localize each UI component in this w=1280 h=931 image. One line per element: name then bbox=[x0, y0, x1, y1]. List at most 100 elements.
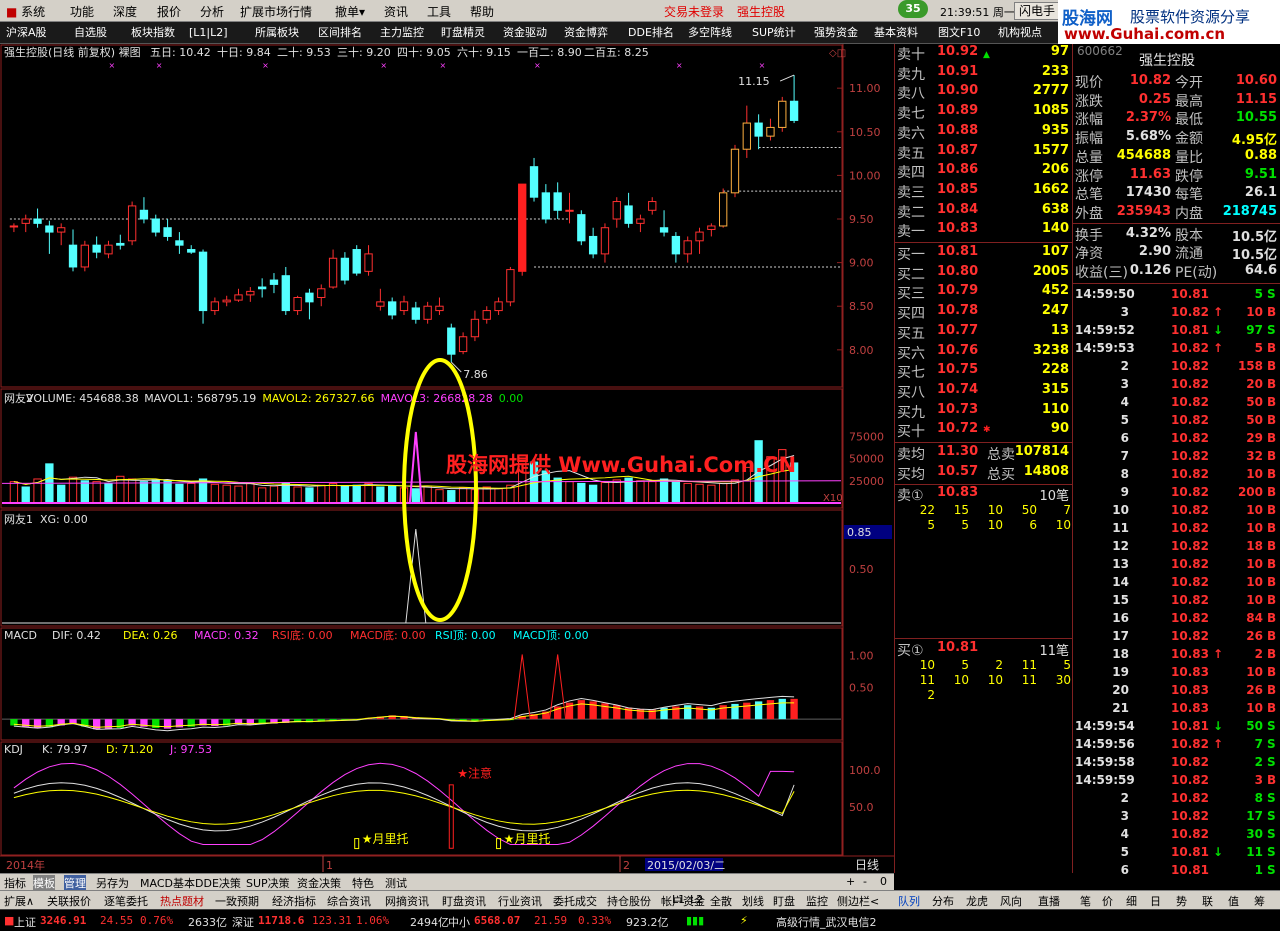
tab-0[interactable]: 沪深A股 bbox=[6, 24, 47, 42]
menu-cancel-order[interactable]: 撤单▾ bbox=[335, 3, 365, 20]
buy-level-6[interactable]: 买七 10.75 228 bbox=[895, 362, 1073, 381]
server-name[interactable]: 高级行情_武汉电信2 bbox=[776, 914, 877, 930]
indicator-tab-8[interactable]: 特色 bbox=[352, 875, 374, 891]
zoom-control-1[interactable]: - bbox=[863, 875, 867, 888]
ext-tab-26[interactable]: 价 bbox=[1102, 893, 1113, 909]
tab-8[interactable]: 资金驱动 bbox=[503, 24, 547, 42]
indicator-tab-0[interactable]: 指标 bbox=[4, 875, 26, 891]
sell-level-5[interactable]: 卖五 10.87 1577 bbox=[895, 143, 1073, 162]
ext-tab-18[interactable]: 监控 bbox=[806, 893, 828, 909]
ext-tab-6[interactable]: 综合资讯 bbox=[327, 893, 371, 909]
period-label[interactable]: 日线 bbox=[855, 858, 879, 872]
zoom-control-0[interactable]: + bbox=[846, 875, 855, 888]
indicator-tab-9[interactable]: 测试 bbox=[385, 875, 407, 891]
ext-tab-25[interactable]: 笔 bbox=[1080, 893, 1091, 909]
chart-options-icon[interactable]: ◇◫ bbox=[829, 48, 846, 59]
ext-tab-27[interactable]: 细 bbox=[1126, 893, 1137, 909]
sell-level-1[interactable]: 卖九 10.91 233 bbox=[895, 64, 1073, 83]
tab-9[interactable]: 资金博弈 bbox=[564, 24, 608, 42]
menu-function[interactable]: 功能 bbox=[70, 3, 94, 20]
sell-level-8[interactable]: 卖二 10.84 638 bbox=[895, 202, 1073, 221]
indicator-tab-3[interactable]: 另存为 bbox=[96, 875, 129, 891]
indicator-tab-7[interactable]: 资金决策 bbox=[297, 875, 341, 891]
tab-4[interactable]: 所属板块 bbox=[255, 24, 299, 42]
login-status[interactable]: 交易未登录 bbox=[664, 3, 724, 20]
ext-tab-8[interactable]: 盯盘资讯 bbox=[442, 893, 486, 909]
tab-13[interactable]: 强势资金 bbox=[814, 24, 858, 42]
flash-trade-button[interactable]: 闪电手 bbox=[1014, 2, 1061, 20]
buy-level-0[interactable]: 买一 10.81 107 bbox=[895, 244, 1073, 263]
indicator-tab-4[interactable]: MACD基本 bbox=[140, 875, 195, 891]
ext-tab-24[interactable]: 直播 bbox=[1038, 893, 1060, 909]
menu-help[interactable]: 帮助 bbox=[470, 3, 494, 20]
event-marker-icon[interactable]: × bbox=[534, 61, 541, 70]
tab-15[interactable]: 图文F10 bbox=[938, 24, 980, 42]
sell-level-7[interactable]: 卖三 10.85 1662 bbox=[895, 182, 1073, 201]
menu-quote[interactable]: 报价 bbox=[157, 3, 181, 20]
ext-tab-15[interactable]: 全散 bbox=[710, 893, 732, 909]
tab-5[interactable]: 区间排名 bbox=[318, 24, 362, 42]
ext-tab-23[interactable]: 风向 bbox=[1000, 893, 1022, 909]
ext-tab-1[interactable]: 关联报价 bbox=[47, 893, 91, 909]
ext-tab-5[interactable]: 经济指标 bbox=[272, 893, 316, 909]
tab-3[interactable]: [L1|L2] bbox=[189, 24, 228, 42]
notification-badge[interactable]: 35 bbox=[898, 0, 928, 18]
ext-tab-21[interactable]: 分布 bbox=[932, 893, 954, 909]
ext-tab-20[interactable]: 队列 bbox=[898, 893, 920, 909]
tab-11[interactable]: 多空阵线 bbox=[688, 24, 732, 42]
ext-tab-32[interactable]: 筹 bbox=[1254, 893, 1265, 909]
menu-info[interactable]: 资讯 bbox=[384, 3, 408, 20]
ext-tab-17[interactable]: 盯盘 bbox=[773, 893, 795, 909]
event-marker-icon[interactable]: × bbox=[156, 61, 163, 70]
ext-tab-14[interactable]: L2 bbox=[690, 893, 703, 906]
sell-level-9[interactable]: 卖一 10.83 140 bbox=[895, 221, 1073, 240]
ext-tab-9[interactable]: 行业资讯 bbox=[498, 893, 542, 909]
ext-tab-10[interactable]: 委托成交 bbox=[553, 893, 597, 909]
tab-2[interactable]: 板块指数 bbox=[131, 24, 175, 42]
chart-canvas[interactable]: 强生控股(日线 前复权) 裸图 五日: 10.42 十日: 9.84 二十: 9.53… bbox=[0, 44, 894, 873]
event-marker-icon[interactable]: × bbox=[676, 61, 683, 70]
buy-level-5[interactable]: 买六 10.76 3238 bbox=[895, 343, 1073, 362]
tab-16[interactable]: 机构视点 bbox=[998, 24, 1042, 42]
tab-12[interactable]: SUP统计 bbox=[752, 24, 796, 42]
tab-1[interactable]: 自选股 bbox=[74, 24, 107, 42]
buy-level-2[interactable]: 买三 10.79 452 bbox=[895, 283, 1073, 302]
ext-tab-0[interactable]: 扩展∧ bbox=[4, 893, 34, 909]
ext-tab-29[interactable]: 势 bbox=[1176, 893, 1187, 909]
buy-level-4[interactable]: 买五 10.77 13 bbox=[895, 323, 1073, 342]
ext-tab-22[interactable]: 龙虎 bbox=[966, 893, 988, 909]
menu-extended-market[interactable]: 扩展市场行情 bbox=[240, 3, 312, 20]
menu-depth[interactable]: 深度 bbox=[113, 3, 137, 20]
sell-level-3[interactable]: 卖七 10.89 1085 bbox=[895, 103, 1073, 122]
tab-6[interactable]: 主力监控 bbox=[380, 24, 424, 42]
tab-14[interactable]: 基本资料 bbox=[874, 24, 918, 42]
zoom-control-2[interactable]: 0 bbox=[880, 875, 887, 888]
event-marker-icon[interactable]: × bbox=[262, 61, 269, 70]
ext-tab-3[interactable]: 热点题材 bbox=[160, 893, 204, 909]
menu-analysis[interactable]: 分析 bbox=[200, 3, 224, 20]
indicator-tab-5[interactable]: DDE决策 bbox=[195, 875, 241, 891]
event-marker-icon[interactable]: × bbox=[759, 61, 766, 70]
buy-level-8[interactable]: 买九 10.73 110 bbox=[895, 402, 1073, 421]
event-marker-icon[interactable]: × bbox=[380, 61, 387, 70]
tab-7[interactable]: 盯盘精灵 bbox=[441, 24, 485, 42]
event-marker-icon[interactable]: × bbox=[108, 61, 115, 70]
indicator-tab-6[interactable]: SUP决策 bbox=[246, 875, 290, 891]
ext-tab-11[interactable]: 持仓股份 bbox=[607, 893, 651, 909]
buy-level-7[interactable]: 买八 10.74 315 bbox=[895, 382, 1073, 401]
ext-tab-30[interactable]: 联 bbox=[1202, 893, 1213, 909]
ext-tab-4[interactable]: 一致预期 bbox=[215, 893, 259, 909]
ext-tab-13[interactable]: L1 bbox=[672, 893, 685, 906]
ext-tab-16[interactable]: 划线 bbox=[742, 893, 764, 909]
sell-level-2[interactable]: 卖八 10.90 2777 bbox=[895, 83, 1073, 102]
event-marker-icon[interactable]: × bbox=[439, 61, 446, 70]
chart-area[interactable]: 强生控股(日线 前复权) 裸图 五日: 10.42 十日: 9.84 二十: 9.53… bbox=[0, 44, 894, 873]
sell-level-4[interactable]: 卖六 10.88 935 bbox=[895, 123, 1073, 142]
menu-system[interactable]: ■ 系统 bbox=[6, 3, 45, 20]
ext-tab-28[interactable]: 日 bbox=[1150, 893, 1161, 909]
ext-tab-7[interactable]: 网摘资讯 bbox=[385, 893, 429, 909]
sell-level-6[interactable]: 卖四 10.86 206 bbox=[895, 162, 1073, 181]
ext-tab-2[interactable]: 逐笔委托 bbox=[104, 893, 148, 909]
menu-tools[interactable]: 工具 bbox=[427, 3, 451, 20]
buy-level-1[interactable]: 买二 10.80 2005 bbox=[895, 264, 1073, 283]
